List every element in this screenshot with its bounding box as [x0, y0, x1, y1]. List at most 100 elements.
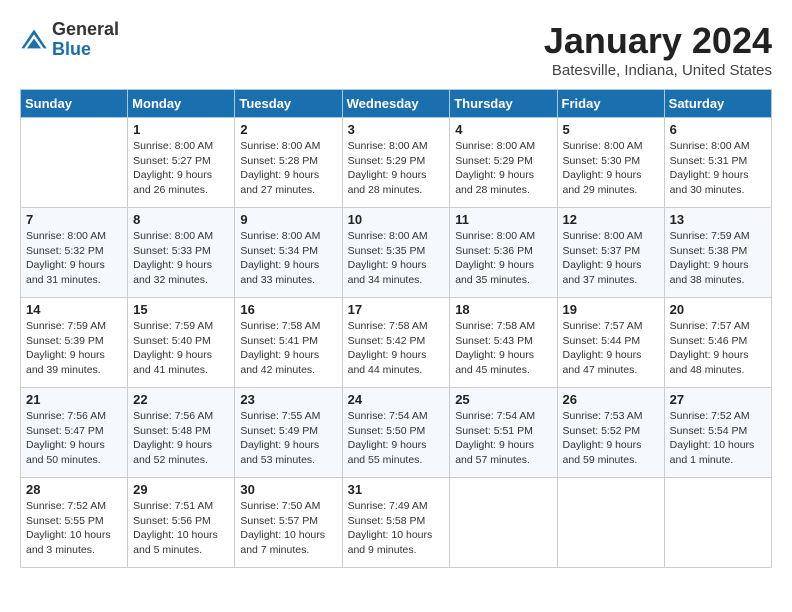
- cell-info: Sunrise: 7:50 AMSunset: 5:57 PMDaylight:…: [240, 499, 336, 558]
- cell-2-3: 9 Sunrise: 8:00 AMSunset: 5:34 PMDaylight…: [235, 208, 342, 298]
- day-number: 13: [670, 212, 766, 227]
- cell-info: Sunrise: 8:00 AMSunset: 5:29 PMDaylight:…: [348, 139, 445, 198]
- week-row-5: 28 Sunrise: 7:52 AMSunset: 5:55 PMDayligh…: [21, 478, 772, 568]
- week-row-1: 1 Sunrise: 8:00 AMSunset: 5:27 PMDaylight…: [21, 118, 772, 208]
- cell-2-1: 7 Sunrise: 8:00 AMSunset: 5:32 PMDaylight…: [21, 208, 128, 298]
- day-number: 23: [240, 392, 336, 407]
- cell-info: Sunrise: 8:00 AMSunset: 5:30 PMDaylight:…: [563, 139, 659, 198]
- day-number: 3: [348, 122, 445, 137]
- cell-4-2: 22 Sunrise: 7:56 AMSunset: 5:48 PMDayligh…: [128, 388, 235, 478]
- day-number: 2: [240, 122, 336, 137]
- cell-info: Sunrise: 7:56 AMSunset: 5:48 PMDaylight:…: [133, 409, 229, 468]
- day-number: 27: [670, 392, 766, 407]
- cell-info: Sunrise: 7:52 AMSunset: 5:55 PMDaylight:…: [26, 499, 122, 558]
- cell-5-7: [664, 478, 771, 568]
- week-row-3: 14 Sunrise: 7:59 AMSunset: 5:39 PMDayligh…: [21, 298, 772, 388]
- day-number: 6: [670, 122, 766, 137]
- day-number: 8: [133, 212, 229, 227]
- day-number: 29: [133, 482, 229, 497]
- day-number: 14: [26, 302, 122, 317]
- logo-blue: Blue: [52, 40, 119, 60]
- calendar-title: January 2024: [544, 20, 772, 62]
- cell-1-7: 6 Sunrise: 8:00 AMSunset: 5:31 PMDaylight…: [664, 118, 771, 208]
- cell-4-3: 23 Sunrise: 7:55 AMSunset: 5:49 PMDayligh…: [235, 388, 342, 478]
- cell-3-1: 14 Sunrise: 7:59 AMSunset: 5:39 PMDayligh…: [21, 298, 128, 388]
- logo-icon: [20, 26, 48, 54]
- day-number: 11: [455, 212, 551, 227]
- day-number: 21: [26, 392, 122, 407]
- day-number: 19: [563, 302, 659, 317]
- day-number: 31: [348, 482, 445, 497]
- cell-info: Sunrise: 8:00 AMSunset: 5:36 PMDaylight:…: [455, 229, 551, 288]
- cell-info: Sunrise: 7:54 AMSunset: 5:51 PMDaylight:…: [455, 409, 551, 468]
- day-number: 9: [240, 212, 336, 227]
- cell-5-6: [557, 478, 664, 568]
- cell-1-1: [21, 118, 128, 208]
- day-number: 16: [240, 302, 336, 317]
- title-area: January 2024 Batesville, Indiana, United…: [544, 20, 772, 79]
- calendar-header-row: SundayMondayTuesdayWednesdayThursdayFrid…: [21, 90, 772, 118]
- logo-general: General: [52, 20, 119, 40]
- cell-4-5: 25 Sunrise: 7:54 AMSunset: 5:51 PMDayligh…: [450, 388, 557, 478]
- day-number: 7: [26, 212, 122, 227]
- logo-text: General Blue: [52, 20, 119, 60]
- cell-info: Sunrise: 8:00 AMSunset: 5:34 PMDaylight:…: [240, 229, 336, 288]
- cell-2-4: 10Sunrise: 8:00 AMSunset: 5:35 PMDayligh…: [342, 208, 450, 298]
- cell-4-4: 24Sunrise: 7:54 AMSunset: 5:50 PMDayligh…: [342, 388, 450, 478]
- header-day-thursday: Thursday: [450, 90, 557, 118]
- header: General Blue January 2024 Batesville, In…: [20, 20, 772, 79]
- header-day-friday: Friday: [557, 90, 664, 118]
- cell-info: Sunrise: 7:55 AMSunset: 5:49 PMDaylight:…: [240, 409, 336, 468]
- cell-2-5: 11 Sunrise: 8:00 AMSunset: 5:36 PMDayligh…: [450, 208, 557, 298]
- cell-info: Sunrise: 7:58 AMSunset: 5:42 PMDaylight:…: [348, 319, 445, 378]
- day-number: 15: [133, 302, 229, 317]
- cell-info: Sunrise: 8:00 AMSunset: 5:33 PMDaylight:…: [133, 229, 229, 288]
- day-number: 28: [26, 482, 122, 497]
- day-number: 18: [455, 302, 551, 317]
- cell-1-4: 3 Sunrise: 8:00 AMSunset: 5:29 PMDaylight…: [342, 118, 450, 208]
- day-number: 24: [348, 392, 445, 407]
- cell-info: Sunrise: 7:57 AMSunset: 5:44 PMDaylight:…: [563, 319, 659, 378]
- cell-3-5: 18 Sunrise: 7:58 AMSunset: 5:43 PMDayligh…: [450, 298, 557, 388]
- cell-4-1: 21 Sunrise: 7:56 AMSunset: 5:47 PMDayligh…: [21, 388, 128, 478]
- day-number: 25: [455, 392, 551, 407]
- cell-5-1: 28 Sunrise: 7:52 AMSunset: 5:55 PMDayligh…: [21, 478, 128, 568]
- cell-info: Sunrise: 7:49 AMSunset: 5:58 PMDaylight:…: [348, 499, 445, 558]
- cell-5-2: 29Sunrise: 7:51 AMSunset: 5:56 PMDayligh…: [128, 478, 235, 568]
- cell-4-6: 26 Sunrise: 7:53 AMSunset: 5:52 PMDayligh…: [557, 388, 664, 478]
- cell-3-2: 15 Sunrise: 7:59 AMSunset: 5:40 PMDayligh…: [128, 298, 235, 388]
- cell-3-7: 20 Sunrise: 7:57 AMSunset: 5:46 PMDayligh…: [664, 298, 771, 388]
- cell-3-4: 17Sunrise: 7:58 AMSunset: 5:42 PMDayligh…: [342, 298, 450, 388]
- cell-info: Sunrise: 7:58 AMSunset: 5:41 PMDaylight:…: [240, 319, 336, 378]
- day-number: 30: [240, 482, 336, 497]
- day-number: 26: [563, 392, 659, 407]
- cell-2-2: 8 Sunrise: 8:00 AMSunset: 5:33 PMDaylight…: [128, 208, 235, 298]
- cell-info: Sunrise: 7:53 AMSunset: 5:52 PMDaylight:…: [563, 409, 659, 468]
- day-number: 12: [563, 212, 659, 227]
- cell-info: Sunrise: 7:59 AMSunset: 5:40 PMDaylight:…: [133, 319, 229, 378]
- day-number: 1: [133, 122, 229, 137]
- week-row-4: 21 Sunrise: 7:56 AMSunset: 5:47 PMDayligh…: [21, 388, 772, 478]
- cell-2-7: 13Sunrise: 7:59 AMSunset: 5:38 PMDayligh…: [664, 208, 771, 298]
- cell-1-5: 4Sunrise: 8:00 AMSunset: 5:29 PMDaylight…: [450, 118, 557, 208]
- cell-3-3: 16 Sunrise: 7:58 AMSunset: 5:41 PMDayligh…: [235, 298, 342, 388]
- cell-info: Sunrise: 8:00 AMSunset: 5:31 PMDaylight:…: [670, 139, 766, 198]
- cell-info: Sunrise: 8:00 AMSunset: 5:32 PMDaylight:…: [26, 229, 122, 288]
- day-number: 5: [563, 122, 659, 137]
- cell-5-5: [450, 478, 557, 568]
- cell-5-4: 31 Sunrise: 7:49 AMSunset: 5:58 PMDayligh…: [342, 478, 450, 568]
- day-number: 4: [455, 122, 551, 137]
- header-day-sunday: Sunday: [21, 90, 128, 118]
- cell-info: Sunrise: 8:00 AMSunset: 5:27 PMDaylight:…: [133, 139, 229, 198]
- cell-info: Sunrise: 8:00 AMSunset: 5:28 PMDaylight:…: [240, 139, 336, 198]
- cell-info: Sunrise: 7:59 AMSunset: 5:39 PMDaylight:…: [26, 319, 122, 378]
- cell-info: Sunrise: 7:56 AMSunset: 5:47 PMDaylight:…: [26, 409, 122, 468]
- day-number: 20: [670, 302, 766, 317]
- day-number: 22: [133, 392, 229, 407]
- cell-4-7: 27 Sunrise: 7:52 AMSunset: 5:54 PMDayligh…: [664, 388, 771, 478]
- cell-3-6: 19 Sunrise: 7:57 AMSunset: 5:44 PMDayligh…: [557, 298, 664, 388]
- cell-info: Sunrise: 7:57 AMSunset: 5:46 PMDaylight:…: [670, 319, 766, 378]
- header-day-monday: Monday: [128, 90, 235, 118]
- cell-info: Sunrise: 7:58 AMSunset: 5:43 PMDaylight:…: [455, 319, 551, 378]
- cell-info: Sunrise: 7:52 AMSunset: 5:54 PMDaylight:…: [670, 409, 766, 468]
